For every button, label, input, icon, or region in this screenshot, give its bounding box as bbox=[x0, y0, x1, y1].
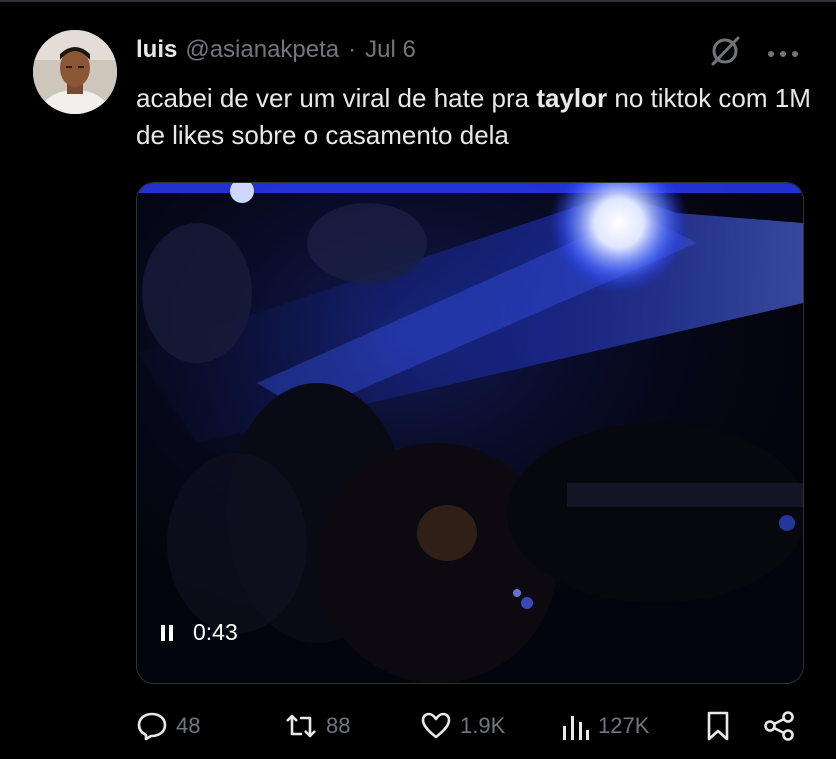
pause-icon[interactable] bbox=[161, 624, 175, 641]
like-count: 1.9K bbox=[460, 713, 506, 738]
view-count: 127K bbox=[598, 713, 650, 738]
bookmark-button[interactable] bbox=[704, 706, 732, 746]
video-player[interactable]: 0:43 bbox=[136, 182, 804, 684]
like-button[interactable]: 1.9K bbox=[420, 706, 505, 746]
tweet-text-bold: taylor bbox=[536, 83, 608, 113]
video-frame bbox=[137, 183, 803, 683]
tweet-header: luis @asianakpeta · Jul 6 bbox=[136, 34, 416, 66]
repost-button[interactable]: 88 bbox=[284, 706, 350, 746]
views-button[interactable]: 127K bbox=[560, 706, 649, 746]
video-timestamp[interactable]: 0:43 bbox=[161, 619, 238, 646]
views-icon bbox=[560, 710, 590, 742]
display-name[interactable]: luis bbox=[136, 36, 177, 64]
tweet-text: acabei de ver um viral de hate pra taylo… bbox=[136, 80, 816, 154]
top-divider bbox=[0, 0, 836, 2]
reply-count: 48 bbox=[176, 713, 201, 738]
video-time-label: 0:43 bbox=[193, 619, 238, 645]
repost-count: 88 bbox=[326, 713, 351, 738]
share-button[interactable] bbox=[762, 706, 796, 746]
user-handle[interactable]: @asianakpeta bbox=[185, 36, 339, 64]
avatar[interactable] bbox=[33, 30, 117, 114]
share-icon bbox=[762, 710, 796, 742]
separator-dot: · bbox=[348, 36, 357, 63]
grok-icon[interactable] bbox=[708, 36, 742, 66]
tweet-date[interactable]: Jul 6 bbox=[365, 36, 416, 64]
more-options-icon[interactable] bbox=[766, 46, 800, 57]
tweet-text-part1: acabei de ver um viral de hate pra bbox=[136, 83, 537, 113]
bookmark-icon bbox=[704, 710, 732, 742]
reply-button[interactable]: 48 bbox=[136, 706, 200, 746]
repost-icon bbox=[284, 710, 318, 742]
reply-icon bbox=[136, 710, 168, 742]
action-bar: 48 88 1.9K 127K bbox=[136, 706, 804, 746]
heart-icon bbox=[420, 710, 452, 742]
